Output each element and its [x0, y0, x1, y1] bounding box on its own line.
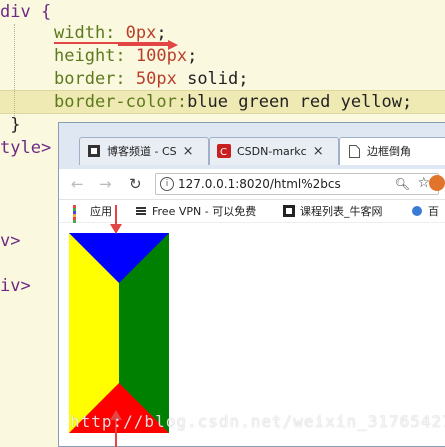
reload-icon[interactable]: ↻	[129, 175, 142, 193]
vpn-icon	[135, 205, 147, 217]
apps-icon	[73, 205, 85, 232]
baidu-icon	[411, 205, 423, 217]
border-property: border:	[54, 69, 136, 89]
code-line-selector: div {	[0, 0, 51, 24]
annotation-arrow-icon	[118, 40, 178, 50]
browser-toolbar: ← → ↻ i 127.0.0.1:8020/html%2bcs 🔍︎ ☆	[59, 169, 445, 200]
selector-text: div {	[0, 2, 52, 22]
annotation-down-arrow-icon	[110, 224, 122, 234]
div-tag-fragment-2: iv>	[0, 276, 31, 296]
bookmark-courses[interactable]: 课程列表_牛客网	[283, 203, 383, 219]
demo-border-box	[69, 233, 169, 433]
border-semicolon: ;	[238, 69, 249, 89]
bookmark-label: 应用	[90, 205, 112, 218]
close-icon[interactable]: ×	[313, 144, 324, 159]
extension-icon[interactable]	[429, 175, 445, 191]
tab-blog[interactable]: 博客频道 - CS ×	[79, 137, 209, 165]
page-icon	[347, 144, 361, 158]
tab-title: 博客频道 - CS	[107, 145, 177, 158]
border-value: 50px	[135, 69, 177, 89]
browser-window[interactable]: 博客频道 - CS × C CSDN-markc × 边框倒角 ← → ↻ i …	[58, 122, 445, 447]
border-style-keyword: solid	[176, 69, 239, 89]
bookmark-apps[interactable]: 应用	[73, 203, 112, 232]
tab-border-corner[interactable]: 边框倒角	[339, 137, 445, 165]
watermark: http://blog.csdn.net/weixin_31765427	[70, 412, 445, 431]
tab-title: CSDN-markc	[237, 144, 307, 158]
info-icon[interactable]: i	[160, 177, 174, 191]
code-line-border: border: 50px solid;	[54, 67, 249, 91]
bookmark-label: 课程列表_牛客网	[300, 205, 383, 218]
forward-icon[interactable]: →	[99, 175, 112, 193]
height-semicolon: ;	[187, 46, 198, 66]
code-line-border-color: border-color:blue green red yellow;	[54, 90, 412, 114]
code-line-div-end-2: iv>	[0, 274, 31, 298]
svg-text:C: C	[220, 147, 227, 158]
bookmark-baidu[interactable]: 百	[411, 203, 439, 219]
bookmark-label: Free VPN - 可以免费	[152, 205, 257, 218]
bookmark-label: 百	[428, 205, 439, 218]
address-bar[interactable]: i 127.0.0.1:8020/html%2bcs 🔍︎ ☆	[155, 173, 439, 195]
tab-csdn[interactable]: C CSDN-markc ×	[209, 137, 339, 165]
code-line-close: }	[0, 113, 20, 137]
close-icon[interactable]: ×	[183, 144, 194, 159]
course-icon	[283, 205, 295, 217]
style-tag-fragment: tyle>	[0, 138, 52, 158]
url-text: 127.0.0.1:8020/html%2bcs	[178, 177, 341, 191]
bookmark-vpn[interactable]: Free VPN - 可以免费	[135, 203, 256, 219]
width-property: width:	[54, 23, 126, 43]
back-icon[interactable]: ←	[71, 175, 84, 193]
code-line-div-end: v>	[0, 229, 20, 253]
border-color-property: border-color:	[54, 92, 188, 112]
search-icon[interactable]: 🔍︎	[395, 174, 410, 194]
tab-title: 边框倒角	[367, 145, 411, 158]
border-color-value: blue green red yellow;	[187, 92, 413, 112]
code-line-style-end: tyle>	[0, 136, 51, 160]
indent-guide	[14, 24, 15, 116]
csdn-icon: C	[217, 144, 231, 158]
div-tag-fragment: v>	[0, 231, 21, 251]
blog-icon	[87, 144, 101, 158]
tab-strip: 博客频道 - CS × C CSDN-markc × 边框倒角	[59, 123, 445, 169]
closing-brace: }	[0, 115, 21, 135]
